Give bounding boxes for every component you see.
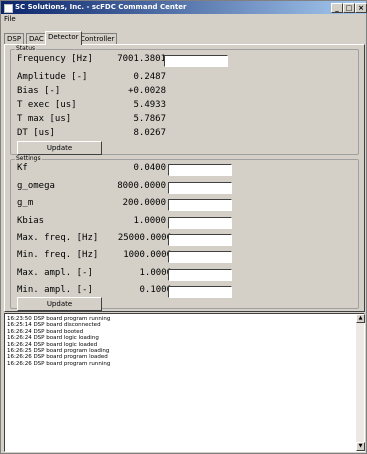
g-omega-input[interactable]	[168, 182, 232, 194]
amplitude-value: 0.2487	[133, 72, 166, 82]
log-scrollbar[interactable]: ▲ ▼	[356, 314, 365, 451]
t-max-value: 5.7867	[133, 114, 166, 124]
status-legend: Status	[15, 45, 37, 52]
min-freq-input[interactable]	[168, 251, 232, 263]
dt-value: 8.0267	[133, 128, 166, 138]
log-line: 16:25:14 DSP board disconnected	[7, 322, 101, 329]
max-ampl-value: 1.0000	[139, 268, 172, 278]
kbias-input[interactable]	[168, 217, 232, 229]
min-freq-value: 1000.0000	[123, 250, 172, 260]
g-omega-label: g_omega	[17, 181, 55, 191]
t-exec-value: 5.4933	[133, 100, 166, 110]
log-line: 16:26:26 DSP board program running	[7, 360, 111, 367]
kf-label: Kf	[17, 163, 28, 173]
frequency-value: 7001.3801	[117, 54, 166, 64]
tab-detector[interactable]: Detector	[45, 31, 82, 45]
close-button[interactable]: ×	[355, 3, 367, 13]
window-title: SC Solutions, Inc. - scFDC Command Cente…	[15, 3, 187, 11]
bias-label: Bias [-]	[17, 86, 61, 96]
g-omega-value: 8000.0000	[117, 181, 166, 191]
frequency-field[interactable]	[164, 55, 228, 67]
settings-group: Settings Kf 0.0400 g_omega 8000.0000 g_m…	[10, 155, 359, 311]
max-freq-input[interactable]	[168, 234, 232, 246]
app-icon	[4, 4, 13, 13]
g-m-value: 200.0000	[122, 198, 166, 208]
g-m-label: g_m	[17, 198, 34, 208]
maximize-button[interactable]: □	[343, 3, 355, 13]
status-group: Status Frequency [Hz] 7001.3801 Amplitud…	[10, 45, 359, 155]
max-ampl-label: Max. ampl. [-]	[17, 268, 93, 278]
max-freq-value: 25000.0000	[117, 233, 172, 243]
settings-legend: Settings	[15, 155, 42, 162]
app-window: SC Solutions, Inc. - scFDC Command Cente…	[0, 0, 367, 454]
t-max-label: T max [us]	[17, 114, 72, 124]
kbias-value: 1.0000	[133, 216, 166, 226]
status-update-button[interactable]: Update	[17, 141, 102, 155]
settings-update-button[interactable]: Update	[17, 297, 102, 311]
log-line: 16:26:24 DSP board logic loading	[7, 335, 99, 342]
menu-bar: File	[1, 14, 366, 24]
min-ampl-value: 0.1000	[139, 285, 172, 295]
g-m-input[interactable]	[168, 199, 232, 211]
min-freq-label: Min. freq. [Hz]	[17, 250, 99, 260]
amplitude-label: Amplitude [-]	[17, 72, 88, 82]
max-freq-label: Max. freq. [Hz]	[17, 233, 99, 243]
frequency-label: Frequency [Hz]	[17, 54, 93, 64]
kf-value: 0.0400	[133, 163, 166, 173]
log-lines: 16:23:50 DSP board program running 16:25…	[7, 316, 110, 367]
minimize-button[interactable]: _	[331, 3, 343, 13]
detector-panel: Status Frequency [Hz] 7001.3801 Amplitud…	[4, 44, 365, 312]
t-exec-label: T exec [us]	[17, 100, 77, 110]
event-log[interactable]: 16:23:50 DSP board program running 16:25…	[4, 313, 365, 452]
log-line: 16:26:26 DSP board program loaded	[7, 354, 108, 361]
kf-input[interactable]	[168, 164, 232, 176]
scroll-up-icon[interactable]: ▲	[356, 314, 365, 323]
menu-file[interactable]: File	[4, 15, 16, 23]
scroll-down-icon[interactable]: ▼	[356, 442, 365, 451]
min-ampl-input[interactable]	[168, 286, 232, 298]
min-ampl-label: Min. ampl. [-]	[17, 285, 93, 295]
title-bar: SC Solutions, Inc. - scFDC Command Cente…	[1, 1, 367, 14]
bias-value: +0.0028	[128, 86, 166, 96]
max-ampl-input[interactable]	[168, 269, 232, 281]
dt-label: DT [us]	[17, 128, 55, 138]
kbias-label: Kbias	[17, 216, 45, 226]
